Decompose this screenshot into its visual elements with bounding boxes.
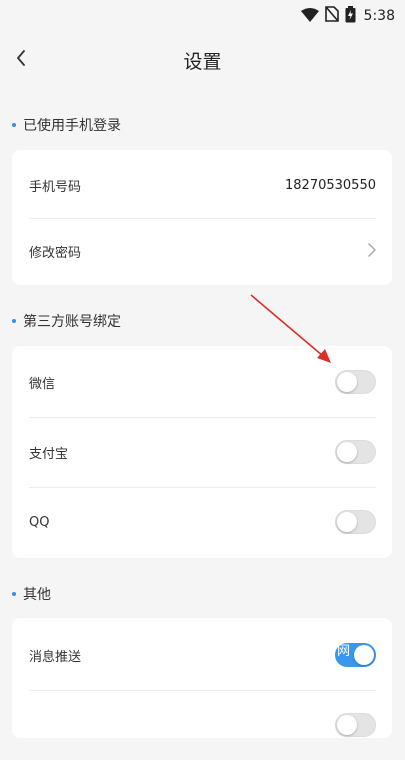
change-password-row[interactable]: 修改密码: [12, 218, 392, 285]
section-title-third-party: 第三方账号绑定: [12, 311, 121, 331]
nav-bar: 设置: [0, 34, 405, 86]
wechat-row: 微信: [12, 347, 392, 417]
no-sim-icon: [324, 6, 339, 26]
toggle-knob: [337, 442, 357, 462]
section-dot: [12, 123, 16, 127]
alipay-label: 支付宝: [29, 446, 69, 462]
qq-label: QQ: [29, 514, 50, 530]
alipay-row: 支付宝: [12, 417, 392, 487]
qq-toggle[interactable]: [335, 510, 376, 534]
section-title-third-party-text: 第三方账号绑定: [23, 314, 121, 330]
other-card: 消息推送: [12, 618, 392, 738]
alipay-toggle[interactable]: [335, 440, 376, 464]
section-title-login: 已使用手机登录: [12, 115, 121, 135]
push-toggle[interactable]: [335, 643, 376, 667]
phone-label: 手机号码: [29, 179, 82, 195]
qq-row: QQ: [12, 487, 392, 557]
status-bar: 5:38: [0, 0, 405, 34]
toggle-knob: [337, 372, 357, 392]
login-card: 手机号码 18270530550 修改密码: [12, 150, 392, 285]
toggle-knob: [337, 715, 357, 735]
section-title-login-text: 已使用手机登录: [23, 118, 121, 134]
chevron-right-icon: [368, 242, 376, 261]
next-setting-row: [12, 690, 392, 760]
phone-value: 18270530550: [285, 177, 376, 193]
section-title-other: 其他: [12, 584, 51, 604]
page-title: 设置: [183, 51, 222, 73]
change-password-label: 修改密码: [29, 246, 82, 261]
push-row: 消息推送: [12, 620, 392, 690]
phone-row: 手机号码 18270530550: [12, 150, 392, 220]
toggle-knob: [354, 645, 374, 665]
push-label: 消息推送: [29, 649, 82, 665]
section-title-other-text: 其他: [23, 587, 51, 603]
status-icons: 5:38: [300, 5, 395, 27]
next-setting-toggle[interactable]: [335, 713, 376, 737]
third-party-card: 微信 支付宝 QQ: [12, 346, 392, 558]
status-time: 5:38: [363, 8, 395, 24]
section-dot: [12, 319, 16, 323]
wechat-toggle[interactable]: [335, 370, 376, 394]
wechat-label: 微信: [29, 376, 56, 392]
battery-charging-icon: [345, 5, 356, 27]
toggle-knob: [337, 512, 357, 532]
section-dot: [12, 592, 16, 596]
wifi-icon: [300, 7, 319, 26]
